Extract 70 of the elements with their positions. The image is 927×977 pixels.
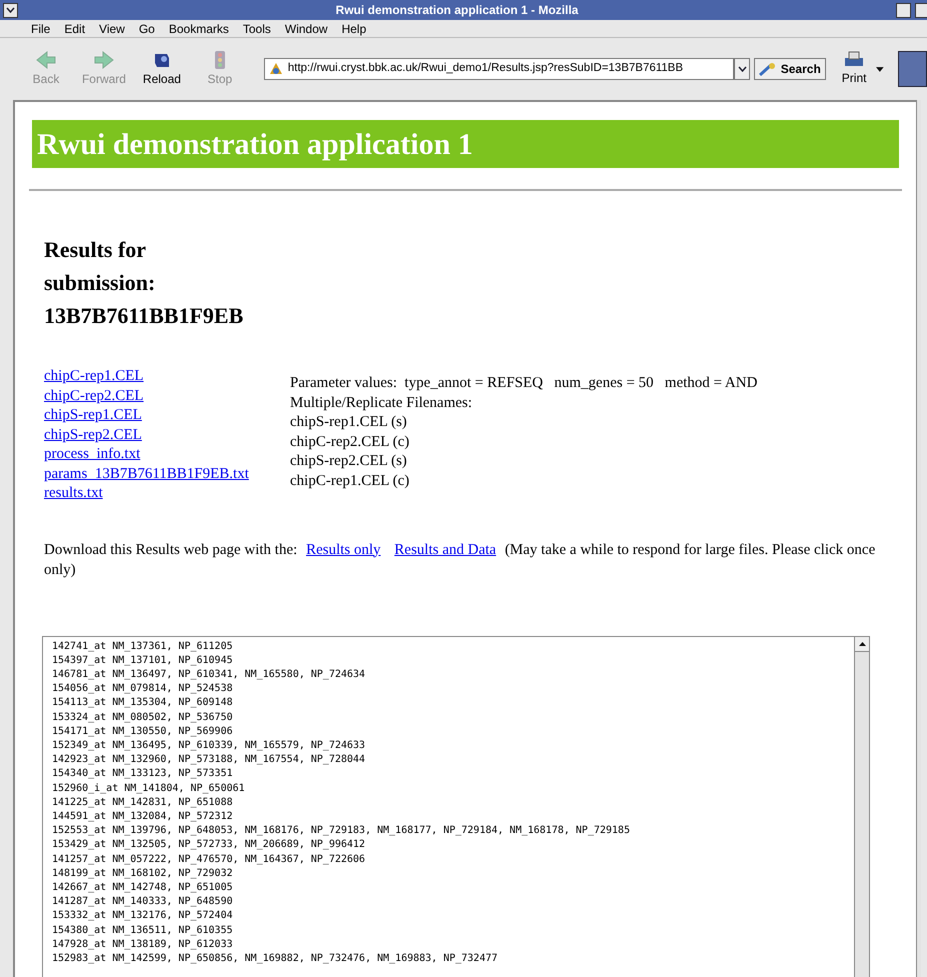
- menu-item[interactable]: Tools: [242, 20, 271, 38]
- menu-item[interactable]: Go: [138, 20, 155, 38]
- caret-up-icon: [858, 642, 866, 646]
- replicate-filename: chipS-rep2.CEL (s): [290, 452, 408, 471]
- replicate-filename: chipC-rep1.CEL (c): [290, 472, 410, 490]
- dropdown-arrow-icon[interactable]: [876, 66, 884, 72]
- result-line: 154113_at NM_135304, NP_609148: [52, 696, 234, 710]
- result-line: 153332_at NM_132176, NP_572404: [52, 909, 234, 924]
- window-title: Rwui demonstration application 1 - Mozilla: [334, 2, 580, 19]
- chevron-down-icon: [6, 7, 15, 13]
- result-line: 146781_at NM_136497, NP_610341, NM_165580, NP_724634: [52, 668, 366, 682]
- forward-arrow-icon: [92, 50, 115, 70]
- file-link[interactable]: params_13B7B7611BB1F9EB.txt: [44, 464, 249, 484]
- result-line: 153429_at NM_132505, NP_572733, NM_206689, NP_996412: [52, 838, 366, 852]
- maximize-button[interactable]: [915, 2, 927, 18]
- download-link[interactable]: Results only: [306, 542, 381, 558]
- replicate-heading: Multiple/Replicate Filenames:: [290, 394, 474, 412]
- file-link[interactable]: results.txt: [44, 484, 103, 504]
- scroll-up-button[interactable]: [855, 636, 869, 652]
- result-line: 141287_at NM_140333, NP_648590: [52, 895, 234, 910]
- result-line: 141225_at NM_142831, NP_651088: [52, 796, 234, 810]
- download-paragraph: Download this Results web page with the: Results only Results and Data (May take a while to respond for large files. Please click once only): [44, 540, 876, 580]
- minimize-button[interactable]: [896, 2, 911, 18]
- menu-item[interactable]: Window: [284, 20, 328, 38]
- result-line: 152349_at NM_136495, NP_610339, NM_165579, NP_724633: [52, 738, 366, 753]
- result-line: 154171_at NM_130550, NP_569906: [52, 724, 234, 739]
- parameter-values: Parameter values: type_annot = REFSEQ num_genes = 50 method = AND: [290, 374, 758, 393]
- results-heading: Results for submission: 13B7B7611BB1F9EB: [44, 236, 244, 330]
- url-field[interactable]: http://rwui.cryst.bbk.ac.uk/Rwui_demo1/Results.jsp?resSubID=13B7B7611BB: [264, 58, 734, 80]
- replicate-filename: chipS-rep1.CEL (s): [290, 413, 408, 432]
- page-icon: [268, 61, 284, 77]
- result-line: 147928_at NM_138189, NP_612033: [52, 938, 234, 952]
- back-arrow-icon: [34, 50, 57, 70]
- menu-item[interactable]: Help: [342, 20, 366, 38]
- result-line: 153324_at NM_080502, NP_536750: [52, 710, 234, 725]
- menu-item[interactable]: Edit: [64, 20, 86, 38]
- file-link[interactable]: chipS-rep2.CEL: [44, 426, 142, 445]
- result-line: 152553_at NM_139796, NP_648053, NM_168176, NP_729183, NM_168177, NP_729184, NM_168178, NP_729185: [52, 824, 631, 838]
- url-dropdown-button[interactable]: [734, 58, 750, 80]
- result-line: 154380_at NM_136511, NP_610355: [52, 924, 234, 938]
- results-text-area[interactable]: [42, 636, 870, 977]
- replicate-filename: chipC-rep2.CEL (c): [290, 432, 410, 452]
- page-scrollbar[interactable]: [916, 100, 921, 977]
- search-button[interactable]: Search: [754, 58, 826, 80]
- file-link[interactable]: chipS-rep1.CEL: [44, 406, 142, 426]
- result-line: 152983_at NM_142599, NP_650856, NM_169882, NP_732476, NM_169883, NP_732477: [52, 952, 499, 966]
- download-link[interactable]: Results and Data: [394, 542, 496, 558]
- result-line: 142667_at NM_142748, NP_651005: [52, 880, 234, 895]
- result-line: 142741_at NM_137361, NP_611205: [52, 640, 234, 654]
- result-line: 154397_at NM_137101, NP_610945: [52, 654, 234, 668]
- scrollbar[interactable]: [854, 636, 869, 977]
- result-line: 152960_i_at NM_141804, NP_650061: [52, 782, 246, 796]
- result-line: 154056_at NM_079814, NP_524538: [52, 682, 234, 696]
- menu-item[interactable]: View: [99, 20, 125, 38]
- print-button[interactable]: Print: [842, 51, 866, 87]
- menu-item[interactable]: File: [31, 20, 50, 38]
- result-line: 154340_at NM_133123, NP_573351: [52, 767, 234, 782]
- result-line: 144591_at NM_132084, NP_572312: [52, 810, 234, 824]
- file-link[interactable]: chipC-rep1.CEL: [44, 367, 144, 386]
- menu-item[interactable]: Bookmarks: [168, 20, 229, 38]
- file-link[interactable]: chipC-rep2.CEL: [44, 386, 144, 406]
- chevron-down-icon: [738, 66, 747, 72]
- window-menu-button[interactable]: [3, 2, 18, 18]
- toolbar-button[interactable]: Reload: [138, 50, 186, 88]
- result-line: 142923_at NM_132960, NP_573188, NM_167554, NP_728044: [52, 753, 366, 768]
- page-header: Rwui demonstration application 1: [37, 126, 473, 162]
- printer-icon: [843, 51, 866, 69]
- result-line: 141257_at NM_057222, NP_476570, NM_164367, NP_722606: [52, 852, 366, 867]
- file-link[interactable]: process_info.txt: [44, 445, 140, 464]
- result-line: 148199_at NM_168102, NP_729032: [52, 866, 234, 881]
